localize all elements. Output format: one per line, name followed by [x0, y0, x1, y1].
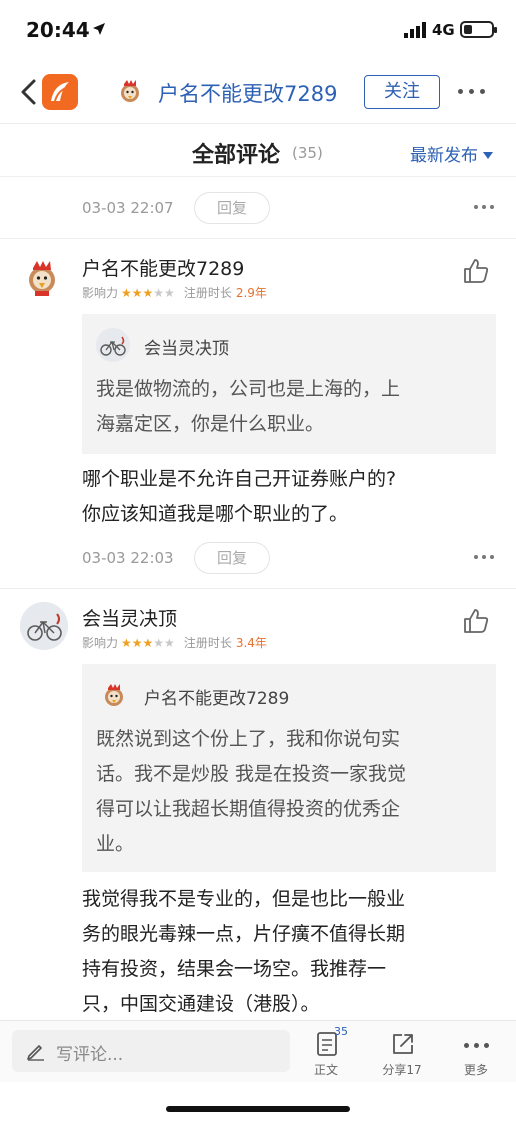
quoted-comment: 会当灵决顶 我是做物流的，公司也是上海的，上 海嘉定区，你是什么职业。: [82, 314, 496, 454]
more-horizontal-icon[interactable]: [474, 555, 498, 561]
pencil-icon: [27, 1045, 44, 1061]
article-comment-badge: 35: [334, 1025, 348, 1038]
caret-down-icon: [483, 152, 493, 159]
more-button[interactable]: 更多: [446, 1029, 506, 1077]
text-line: 你应该知道我是哪个职业的了。: [82, 503, 349, 525]
influence-stars: ★★★★★: [121, 636, 175, 650]
bottom-bar: 写评论... 35 正文 分享17 更多: [0, 1020, 516, 1082]
reply-button[interactable]: 回复: [194, 542, 270, 574]
thumbs-up-icon[interactable]: [462, 607, 490, 635]
sort-dropdown[interactable]: 最新发布: [410, 141, 493, 166]
stars-off: ★★: [153, 286, 175, 300]
more-label: 更多: [463, 1063, 488, 1077]
write-comment-input[interactable]: 写评论...: [12, 1030, 290, 1072]
write-comment-placeholder: 写评论...: [56, 1045, 124, 1065]
influence-label: 影响力: [82, 636, 119, 650]
location-arrow-icon: [93, 23, 105, 35]
follow-button[interactable]: 关注: [364, 75, 440, 109]
stars-off: ★★: [153, 636, 175, 650]
comments-count: (35): [292, 144, 323, 162]
quoted-comment: 户名不能更改7289 既然说到这个份上了，我和你说句实 话。我不是炒股 我是在投…: [82, 664, 496, 872]
sort-label: 最新发布: [410, 146, 478, 166]
nav-bar: 户名不能更改7289 关注: [0, 60, 516, 124]
text-line: 我觉得我不是专业的，但是也比一般业: [82, 888, 406, 910]
rooster-avatar-icon: [105, 684, 123, 706]
stars-on: ★★★: [121, 636, 154, 650]
divider: [0, 238, 516, 239]
reg-label: 注册时长: [183, 636, 232, 650]
user-influence: 影响力 ★★★★★ 注册时长 2.9年: [82, 284, 267, 301]
cellular-signal-icon: [404, 22, 426, 38]
influence-stars: ★★★★★: [121, 286, 175, 300]
rooster-avatar-icon[interactable]: [22, 258, 62, 298]
network-type: 4G: [432, 21, 455, 39]
comments-header: 全部评论 (35) 最新发布: [0, 125, 516, 177]
thumbs-up-icon[interactable]: [462, 257, 490, 285]
quoted-text: 我是做物流的，公司也是上海的，上 海嘉定区，你是什么职业。: [96, 372, 488, 442]
text-line: 哪个职业是不允许自己开证券账户的?: [82, 468, 397, 490]
bicycle-avatar-icon[interactable]: [20, 602, 68, 650]
text-line: 只，中国交通建设（港股）。: [82, 993, 320, 1015]
comments-title: 全部评论: [192, 143, 281, 168]
article-button[interactable]: 35 正文: [296, 1025, 356, 1077]
user-influence: 影响力 ★★★★★ 注册时长 3.4年: [82, 634, 267, 651]
comment-body: 哪个职业是不允许自己开证券账户的? 你应该知道我是哪个职业的了。: [82, 462, 502, 532]
text-line: 务的眼光毒辣一点，片仔癀不值得长期: [82, 923, 406, 945]
comments-page: 20:44 4G 户名不能更改7289 关注 全部评论 (35) 最新发布 03…: [0, 0, 516, 1124]
share-label: 分享17: [382, 1063, 422, 1077]
text-line: 我是做物流的，公司也是上海的，上: [96, 378, 401, 400]
comment-body: 我觉得我不是专业的，但是也比一般业 务的眼光毒辣一点，片仔癀不值得长期 持有投资…: [82, 882, 502, 1022]
share-button[interactable]: 分享17: [372, 1029, 432, 1077]
nav-title[interactable]: 户名不能更改7289: [158, 78, 337, 108]
divider: [0, 588, 516, 589]
chevron-left-icon[interactable]: [16, 78, 42, 106]
reply-button[interactable]: 回复: [194, 192, 270, 224]
article-label: 正文: [313, 1063, 338, 1077]
text-line: 话。我不是炒股 我是在投资一家我觉: [96, 763, 407, 785]
quoted-username: 会当灵决顶: [144, 339, 229, 359]
app-logo-icon[interactable]: [42, 74, 78, 110]
stars-on: ★★★: [121, 286, 154, 300]
influence-label: 影响力: [82, 286, 119, 300]
reg-value: 2.9年: [235, 286, 267, 300]
text-line: 持有投资，结果会一场空。我推荐一: [82, 958, 387, 980]
reg-label: 注册时长: [183, 286, 232, 300]
text-line: 得可以让我超长期值得投资的优秀企: [96, 798, 401, 820]
share-icon: [393, 1034, 413, 1054]
battery-level: [464, 25, 472, 34]
comment-time: 03-03 22:07: [82, 199, 174, 217]
comment-username[interactable]: 户名不能更改7289: [82, 254, 244, 281]
more-horizontal-icon[interactable]: [458, 89, 488, 95]
quoted-text: 既然说到这个份上了，我和你说句实 话。我不是炒股 我是在投资一家我觉 得可以让我…: [96, 722, 488, 862]
more-horizontal-icon: [464, 1043, 490, 1049]
comment-username[interactable]: 会当灵决顶: [82, 604, 177, 631]
home-indicator: [166, 1106, 350, 1112]
quoted-username: 户名不能更改7289: [144, 689, 290, 709]
bicycle-avatar-icon: [96, 328, 130, 362]
text-line: 业。: [96, 833, 135, 855]
status-bar: 20:44 4G: [0, 0, 516, 60]
reg-value: 3.4年: [235, 636, 267, 650]
text-line: 海嘉定区，你是什么职业。: [96, 413, 325, 435]
text-line: 既然说到这个份上了，我和你说句实: [96, 728, 401, 750]
comment-time: 03-03 22:03: [82, 549, 174, 567]
battery-icon: [460, 21, 497, 38]
more-horizontal-icon[interactable]: [474, 205, 498, 211]
status-time: 20:44: [26, 18, 90, 42]
rooster-avatar-icon[interactable]: [116, 78, 144, 106]
